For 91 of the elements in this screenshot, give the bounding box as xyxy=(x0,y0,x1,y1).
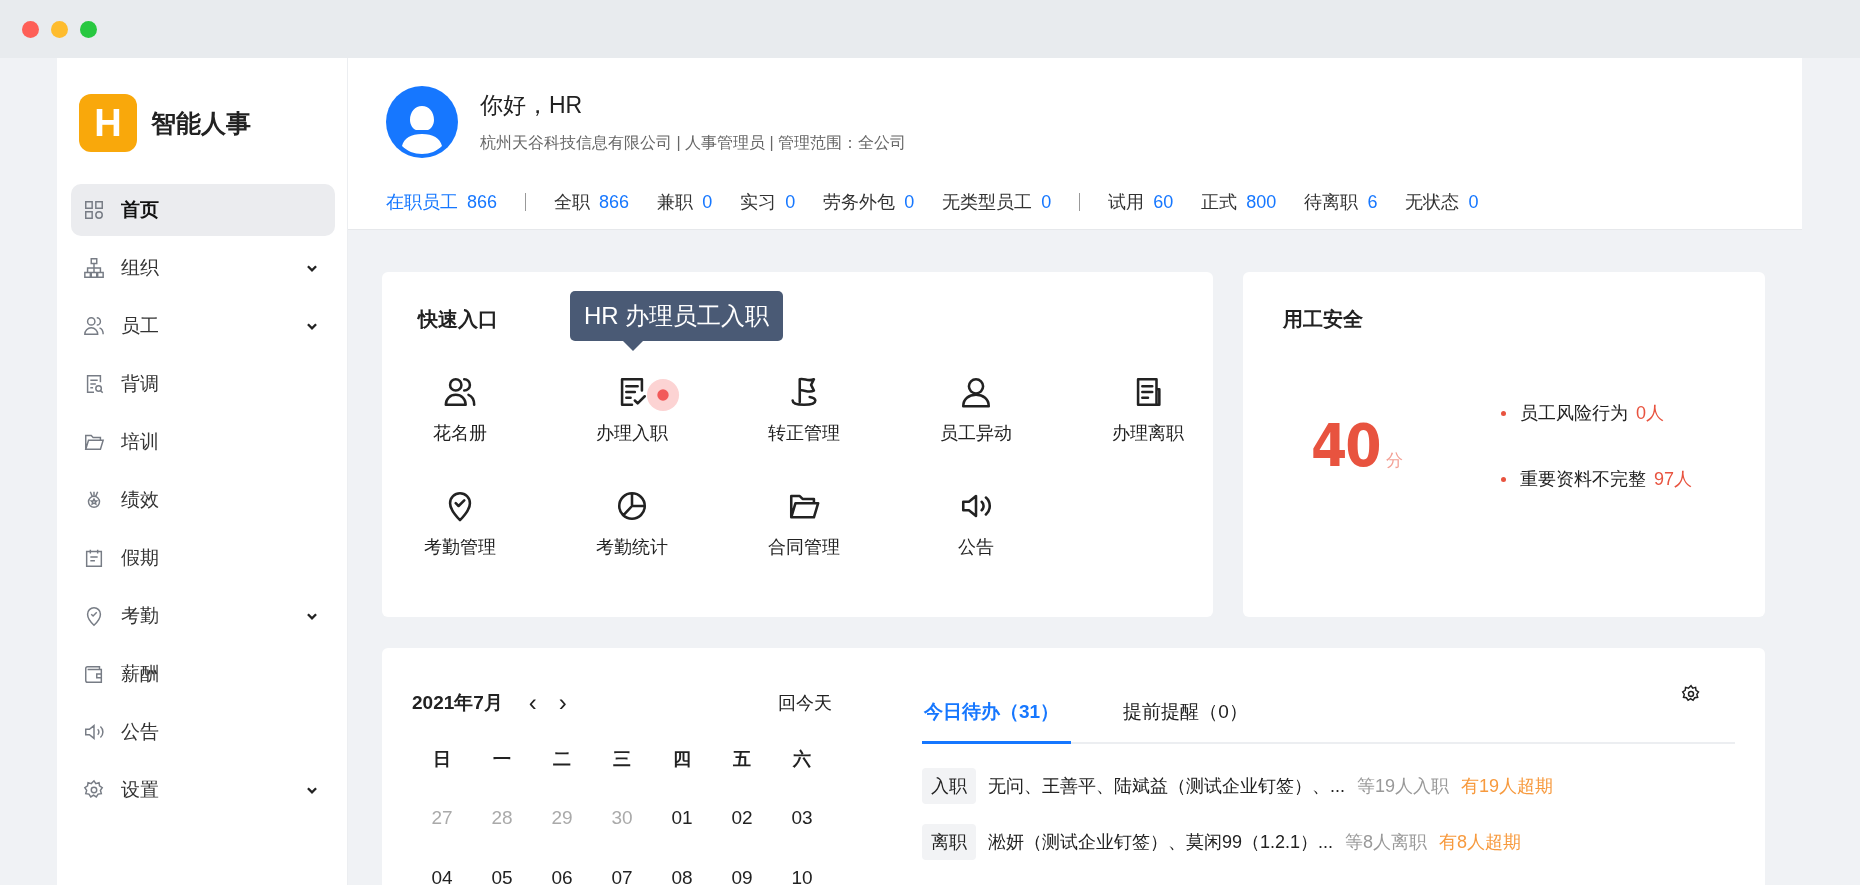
calendar-day[interactable]: 01 xyxy=(652,788,712,848)
users-icon xyxy=(83,315,105,337)
employee-stat-link[interactable]: 无类型员工 0 xyxy=(942,190,1052,214)
app-logo: H xyxy=(79,94,137,152)
avatar-icon xyxy=(386,86,458,158)
app-name: 智能人事 xyxy=(151,107,251,139)
grid-icon xyxy=(83,199,105,221)
sidebar-item[interactable]: 公告 xyxy=(71,706,335,758)
calendar-day[interactable]: 05 xyxy=(472,848,532,885)
tooltip-arrow xyxy=(623,341,643,351)
calendar-day[interactable]: 07 xyxy=(592,848,652,885)
pie-chart-icon xyxy=(615,489,649,523)
sidebar-item[interactable]: 绩效 xyxy=(71,474,335,526)
calendar-icon xyxy=(83,547,105,569)
tooltip: HR 办理员工入职 xyxy=(570,291,784,341)
sidebar-item[interactable]: 组织 xyxy=(71,242,335,294)
minimize-window-button[interactable] xyxy=(51,20,68,38)
settings-icon[interactable] xyxy=(1681,684,1701,704)
sidebar-item[interactable]: 员工 xyxy=(71,300,335,352)
calendar-day[interactable]: 03 xyxy=(772,788,832,848)
today-button[interactable]: 回今天 xyxy=(778,691,832,715)
sidebar-item[interactable]: 首页 xyxy=(71,184,335,236)
weekday-label: 二 xyxy=(552,748,572,771)
quick-entry-button[interactable]: 转正管理 xyxy=(760,371,848,449)
sidebar-item[interactable]: 薪酬 xyxy=(71,648,335,700)
risk-count: 97人 xyxy=(1654,468,1693,491)
employee-stat-link[interactable]: 劳务外包 0 xyxy=(823,190,915,214)
todo-count: 等19人入职 xyxy=(1357,775,1450,798)
bullet-dot xyxy=(1501,410,1506,416)
maximize-window-button[interactable] xyxy=(80,20,97,38)
company-info-text: 杭州天谷科技信息有限公司 | 人事管理员 | 管理范围：全公司 xyxy=(480,133,907,153)
card-title: 用工安全 xyxy=(1283,307,1363,332)
calendar-day[interactable]: 10 xyxy=(772,848,832,885)
calendar-day[interactable]: 02 xyxy=(712,788,772,848)
weekday-label: 三 xyxy=(612,748,632,771)
user-icon xyxy=(959,375,993,409)
calendar-month: 2021年7月 xyxy=(412,691,503,715)
org-chart-icon xyxy=(83,257,105,279)
score-unit: 分 xyxy=(1385,450,1403,472)
todo-tab[interactable]: 提前提醒（0） xyxy=(1121,699,1248,744)
quick-entry-button[interactable]: 花名册 xyxy=(425,371,495,449)
todo-type-tag: 入职 xyxy=(922,768,976,804)
employee-stat-link[interactable]: 兼职 0 xyxy=(657,190,713,214)
safety-score: 40 xyxy=(1311,412,1380,480)
todo-type-tag: 离职 xyxy=(922,824,976,860)
weekday-label: 日 xyxy=(432,748,452,771)
employee-stat-link[interactable]: 全职 866 xyxy=(554,190,630,214)
employee-stat-link[interactable]: 待离职 6 xyxy=(1304,190,1378,214)
quick-entry-button[interactable]: 考勤管理 xyxy=(416,485,504,563)
sidebar-item[interactable]: 培训 xyxy=(71,416,335,468)
weekday-label: 四 xyxy=(672,748,692,771)
weekday-label: 五 xyxy=(732,748,752,771)
calendar-day[interactable]: 04 xyxy=(412,848,472,885)
bullet-dot xyxy=(1501,476,1506,482)
todo-tab[interactable]: 今日待办（31） xyxy=(922,699,1072,744)
risk-label: 员工风险行为 xyxy=(1520,402,1628,425)
employee-stat-link[interactable]: 实习 0 xyxy=(740,190,796,214)
next-month-button[interactable]: › xyxy=(558,691,567,715)
todo-names: 淞妍（测试企业钉签）、莫闲99（1.2.1）... xyxy=(988,831,1334,854)
weekday-label: 一 xyxy=(492,748,512,771)
employee-stat-link[interactable]: 在职员工 866 xyxy=(386,190,498,214)
previous-month-button[interactable]: ‹ xyxy=(528,691,537,715)
greeting-text: 你好，HR xyxy=(480,91,584,120)
sidebar-item[interactable]: 考勤 xyxy=(71,590,335,642)
employee-stat-link[interactable]: 正式 800 xyxy=(1201,190,1277,214)
calendar-day[interactable]: 09 xyxy=(712,848,772,885)
sidebar-item[interactable]: 假期 xyxy=(71,532,335,584)
card-title: 快速入口 xyxy=(418,307,498,332)
sidebar-item[interactable]: 背调 xyxy=(71,358,335,410)
todo-count: 等8人离职 xyxy=(1345,831,1428,854)
risk-count: 0人 xyxy=(1636,402,1664,425)
employee-stat-link[interactable]: 无状态 0 xyxy=(1405,190,1479,214)
quick-entry-button[interactable]: 考勤统计 xyxy=(588,485,676,563)
settings-icon xyxy=(83,779,105,801)
calendar-day[interactable]: 06 xyxy=(532,848,592,885)
calendar-day[interactable]: 08 xyxy=(652,848,712,885)
speaker-icon xyxy=(83,721,105,743)
quick-entry-button[interactable]: 办理入职 xyxy=(588,371,676,449)
users-icon xyxy=(443,375,477,409)
quick-entry-button[interactable]: 合同管理 xyxy=(760,485,848,563)
quick-entry-button[interactable]: 员工异动 xyxy=(932,371,1020,449)
employee-stat-link[interactable]: 试用 60 xyxy=(1108,190,1174,214)
close-window-button[interactable] xyxy=(22,20,39,38)
weekday-label: 六 xyxy=(791,748,812,771)
cursor-dot-icon xyxy=(646,378,680,412)
wallet-icon xyxy=(83,663,105,685)
quick-entry-button[interactable]: 办理离职 xyxy=(1104,371,1192,449)
quick-entry-button[interactable]: 公告 xyxy=(950,485,1002,563)
todo-names: 无问、王善平、陆斌益（测试企业钉签）、... xyxy=(988,775,1345,798)
risk-label: 重要资料不完整 xyxy=(1520,468,1646,491)
sidebar-item[interactable]: 设置 xyxy=(71,764,335,816)
